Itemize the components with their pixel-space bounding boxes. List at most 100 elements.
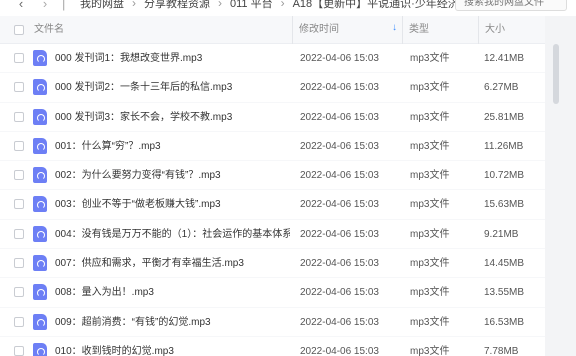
chevron-right-icon: › bbox=[132, 0, 136, 10]
nav-divider: | bbox=[62, 0, 66, 11]
file-modified-date: 2022-04-06 15:03 bbox=[300, 111, 379, 123]
column-header-name[interactable]: 文件名 bbox=[28, 16, 292, 44]
column-header-date[interactable]: 修改时间 bbox=[292, 16, 402, 44]
scrollbar-track[interactable] bbox=[545, 16, 576, 356]
file-size: 12.41MB bbox=[484, 53, 525, 64]
file-size: 10.72MB bbox=[484, 170, 525, 182]
file-row[interactable]: 000 发刊词2：一条十三年后的私信.mp3 2022-04-06 15:03 mp… bbox=[0, 73, 545, 103]
row-checkbox[interactable] bbox=[14, 345, 24, 356]
file-name[interactable]: 003：创业不等于“做老板赚大钱”.mp3 bbox=[55, 190, 290, 219]
file-type: mp3文件 bbox=[410, 199, 450, 211]
file-name[interactable]: 001：什么算“穷”？.mp3 bbox=[55, 132, 290, 161]
chevron-right-icon: › bbox=[280, 0, 285, 10]
file-name[interactable]: 000 发刊词3：家长不会，学校不教.mp3 bbox=[55, 103, 290, 132]
file-name[interactable]: 010：收到钱时的幻觉.mp3 bbox=[55, 337, 290, 356]
file-name[interactable]: 000 发刊词1：我想改变世界.mp3 bbox=[55, 44, 290, 73]
audio-file-icon bbox=[33, 137, 47, 154]
audio-file-icon bbox=[33, 255, 47, 272]
file-row[interactable]: 007：供应和需求，平衡才有幸福生活.mp3 2022-04-06 15:03 mp… bbox=[0, 249, 545, 279]
back-arrow-icon[interactable]: ‹ bbox=[14, 0, 28, 13]
breadcrumb-item-share[interactable]: 分享教程资源 bbox=[144, 0, 210, 11]
file-size: 16.53MB bbox=[484, 316, 525, 328]
file-row[interactable]: 000 发刊词1：我想改变世界.mp3 2022-04-06 15:03 mp3文件… bbox=[0, 44, 545, 74]
file-size: 11.26MB bbox=[484, 140, 524, 152]
row-checkbox[interactable] bbox=[14, 82, 24, 93]
file-size: 14.45MB bbox=[484, 258, 525, 270]
file-type: mp3文件 bbox=[410, 258, 450, 270]
file-modified-date: 2022-04-06 15:03 bbox=[300, 345, 379, 356]
row-checkbox[interactable] bbox=[14, 170, 24, 181]
audio-file-icon bbox=[33, 284, 47, 301]
file-size: 25.81MB bbox=[484, 111, 525, 123]
row-checkbox[interactable] bbox=[14, 199, 24, 210]
file-size: 13.55MB bbox=[484, 287, 525, 299]
file-row[interactable]: 008：量入为出！.mp3 2022-04-06 15:03 mp3文件 13.55M… bbox=[0, 278, 545, 308]
file-type: mp3文件 bbox=[410, 170, 450, 182]
file-type: mp3文件 bbox=[410, 316, 450, 328]
row-checkbox[interactable] bbox=[14, 316, 24, 327]
file-type: mp3文件 bbox=[410, 345, 450, 356]
file-modified-date: 2022-04-06 15:03 bbox=[300, 199, 379, 211]
row-checkbox[interactable] bbox=[14, 53, 24, 63]
file-modified-date: 2022-04-06 15:03 bbox=[300, 140, 379, 152]
file-row[interactable]: 003：创业不等于“做老板赚大钱”.mp3 2022-04-06 15:03 mp3… bbox=[0, 190, 545, 220]
audio-file-icon bbox=[33, 167, 47, 184]
file-row[interactable]: 010：收到钱时的幻觉.mp3 2022-04-06 15:03 mp3文件 7.78… bbox=[0, 337, 545, 356]
file-modified-date: 2022-04-06 15:03 bbox=[300, 228, 379, 240]
row-checkbox[interactable] bbox=[14, 111, 24, 122]
file-row[interactable]: 000 发刊词3：家长不会，学校不教.mp3 2022-04-06 15:03 mp… bbox=[0, 103, 545, 132]
scrollbar-thumb[interactable] bbox=[553, 44, 559, 104]
toolbar: ‹ › | 我的网盘 › 分享教程资源 › 011 平台 › A18【更新中】平… bbox=[0, 0, 576, 14]
column-header-type[interactable]: 类型 bbox=[402, 16, 478, 44]
breadcrumb: 我的网盘 › 分享教程资源 › 011 平台 › A18【更新中】平说通识·少年… bbox=[80, 0, 479, 10]
breadcrumb-item-root[interactable]: 我的网盘 bbox=[80, 0, 124, 11]
file-name[interactable]: 002：为什么要努力变得“有钱”？.mp3 bbox=[55, 161, 290, 190]
chevron-right-icon: › bbox=[218, 0, 222, 10]
file-modified-date: 2022-04-06 15:03 bbox=[300, 82, 379, 94]
file-row[interactable]: 009：超前消费：“有钱”的幻觉.mp3 2022-04-06 15:03 mp3文… bbox=[0, 308, 545, 337]
file-size: 6.27MB bbox=[484, 82, 519, 94]
audio-file-icon bbox=[33, 79, 47, 96]
file-type: mp3文件 bbox=[410, 140, 450, 152]
file-type: mp3文件 bbox=[410, 111, 450, 123]
file-size: 9.21MB bbox=[484, 228, 519, 240]
file-name[interactable]: 004：没有钱是万万不能的（1）：社会运作的基本体系.... bbox=[55, 220, 290, 249]
file-list-header: 文件名 修改时间 类型 大小 bbox=[0, 16, 576, 44]
row-checkbox[interactable] bbox=[14, 287, 24, 298]
breadcrumb-item-current[interactable]: A18【更新中】平说通识·少年经济 bbox=[293, 0, 459, 11]
row-checkbox[interactable] bbox=[14, 140, 24, 151]
file-list: 000 发刊词1：我想改变世界.mp3 2022-04-06 15:03 mp3文件… bbox=[0, 44, 545, 356]
select-all-checkbox[interactable] bbox=[14, 25, 24, 35]
sort-descending-icon[interactable]: ↓ bbox=[392, 23, 397, 33]
file-row[interactable]: 002：为什么要努力变得“有钱”？.mp3 2022-04-06 15:03 mp3… bbox=[0, 161, 545, 191]
column-header-size[interactable]: 大小 bbox=[478, 16, 544, 44]
forward-arrow-icon[interactable]: › bbox=[38, 0, 52, 13]
file-type: mp3文件 bbox=[410, 228, 450, 240]
file-modified-date: 2022-04-06 15:03 bbox=[300, 53, 379, 64]
file-name[interactable]: 007：供应和需求，平衡才有幸福生活.mp3 bbox=[55, 249, 290, 278]
audio-file-icon bbox=[33, 225, 47, 242]
file-modified-date: 2022-04-06 15:03 bbox=[300, 258, 379, 270]
audio-file-icon bbox=[33, 196, 47, 213]
breadcrumb-item-platform[interactable]: 011 平台 bbox=[230, 0, 273, 11]
row-checkbox[interactable] bbox=[14, 258, 24, 269]
search-input[interactable] bbox=[455, 0, 567, 11]
file-size: 7.78MB bbox=[484, 345, 519, 356]
file-size: 15.63MB bbox=[484, 199, 525, 211]
file-modified-date: 2022-04-06 15:03 bbox=[300, 170, 379, 182]
file-row[interactable]: 004：没有钱是万万不能的（1）：社会运作的基本体系.... 2022-04-06… bbox=[0, 220, 545, 250]
audio-file-icon bbox=[33, 342, 47, 356]
audio-file-icon bbox=[33, 313, 47, 330]
file-row[interactable]: 001：什么算“穷”？.mp3 2022-04-06 15:03 mp3文件 11.2… bbox=[0, 132, 545, 162]
row-checkbox[interactable] bbox=[14, 228, 24, 239]
file-name[interactable]: 009：超前消费：“有钱”的幻觉.mp3 bbox=[55, 308, 290, 337]
file-name[interactable]: 000 发刊词2：一条十三年后的私信.mp3 bbox=[55, 73, 290, 102]
file-type: mp3文件 bbox=[410, 53, 450, 64]
file-type: mp3文件 bbox=[410, 82, 450, 94]
file-modified-date: 2022-04-06 15:03 bbox=[300, 316, 379, 328]
audio-file-icon bbox=[33, 50, 47, 66]
file-name[interactable]: 008：量入为出！.mp3 bbox=[55, 278, 290, 307]
file-modified-date: 2022-04-06 15:03 bbox=[300, 287, 379, 299]
audio-file-icon bbox=[33, 108, 47, 125]
file-type: mp3文件 bbox=[410, 287, 450, 299]
